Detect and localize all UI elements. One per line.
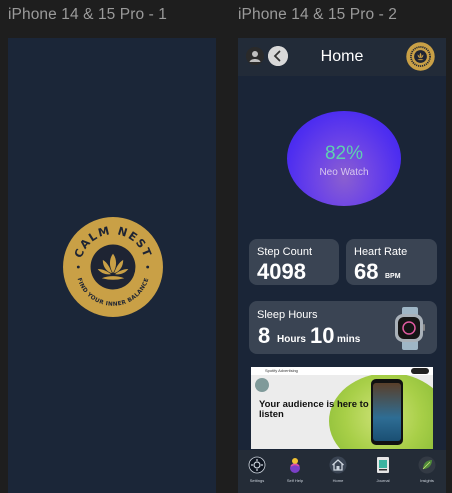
smartwatch-image [395,307,425,350]
ad-navbar: Spotify Advertising [251,367,433,375]
tab-self-help[interactable]: Self Help [277,454,313,490]
self-help-icon [290,458,300,473]
step-count-card[interactable]: Step Count 4098 [249,239,339,285]
home-icon [329,456,347,474]
sleep-mins-value: 10 [310,323,335,348]
frame-label-1: iPhone 14 & 15 Pro - 1 [8,6,168,23]
tab-settings[interactable]: Settings [239,454,275,490]
sleep-hours-card[interactable]: Sleep Hours 8 Hours 10 mins [249,301,437,354]
heart-rate-unit: BPM [385,273,401,280]
step-count-title: Step Count [257,246,313,258]
sleep-hours-value: 8 [258,323,271,348]
tab-journal-label: Journal [376,478,390,483]
watch-progress-ring[interactable]: 82% Neo Watch [287,111,401,206]
tab-settings-label: Settings [249,478,265,483]
calm-nest-logo: CALM NEST FIND YOUR INNER BALANCE [63,217,163,317]
spotify-ad-banner[interactable]: Spotify Advertising Your audience is her… [251,367,433,449]
tab-self-help-label: Self Help [286,478,304,483]
splash-screen: CALM NEST FIND YOUR INNER BALANCE [8,38,216,493]
heart-rate-title: Heart Rate [354,246,408,258]
tab-journal[interactable]: Journal [365,454,401,490]
calm-nest-logo-small[interactable] [406,42,435,71]
journal-icon [377,457,389,473]
tab-home[interactable]: Home [320,454,356,490]
heart-rate-card[interactable]: Heart Rate 68 BPM [346,239,437,285]
settings-icon [248,456,266,474]
insights-icon [418,456,436,474]
ad-nav-button [411,368,429,374]
step-count-value: 4098 [257,259,306,284]
ad-phone-image [371,379,403,445]
tab-home-label: Home [332,478,344,483]
frame-label-2: iPhone 14 & 15 Pro - 2 [238,6,398,23]
sleep-mins-unit: mins [337,334,361,345]
watch-name: Neo Watch [319,167,369,178]
ad-badge-icon [255,378,269,392]
watch-progress-value: 82% [324,143,364,164]
tab-insights[interactable]: Insights [409,454,445,490]
tab-insights-label: Insights [420,478,434,483]
home-screen: Home 82% Neo Watch Step Count 4098 Heart… [238,38,446,493]
heart-rate-value: 68 [354,259,379,284]
sleep-hours-unit: Hours [277,334,306,345]
ad-brand: Spotify Advertising [265,368,298,373]
header: Home [238,38,446,76]
ad-headline: Your audience is here to listen [259,399,369,420]
sleep-hours-title: Sleep Hours [257,309,318,321]
bottom-tab-bar: Settings Self Help Home Journal Insights [238,450,446,493]
